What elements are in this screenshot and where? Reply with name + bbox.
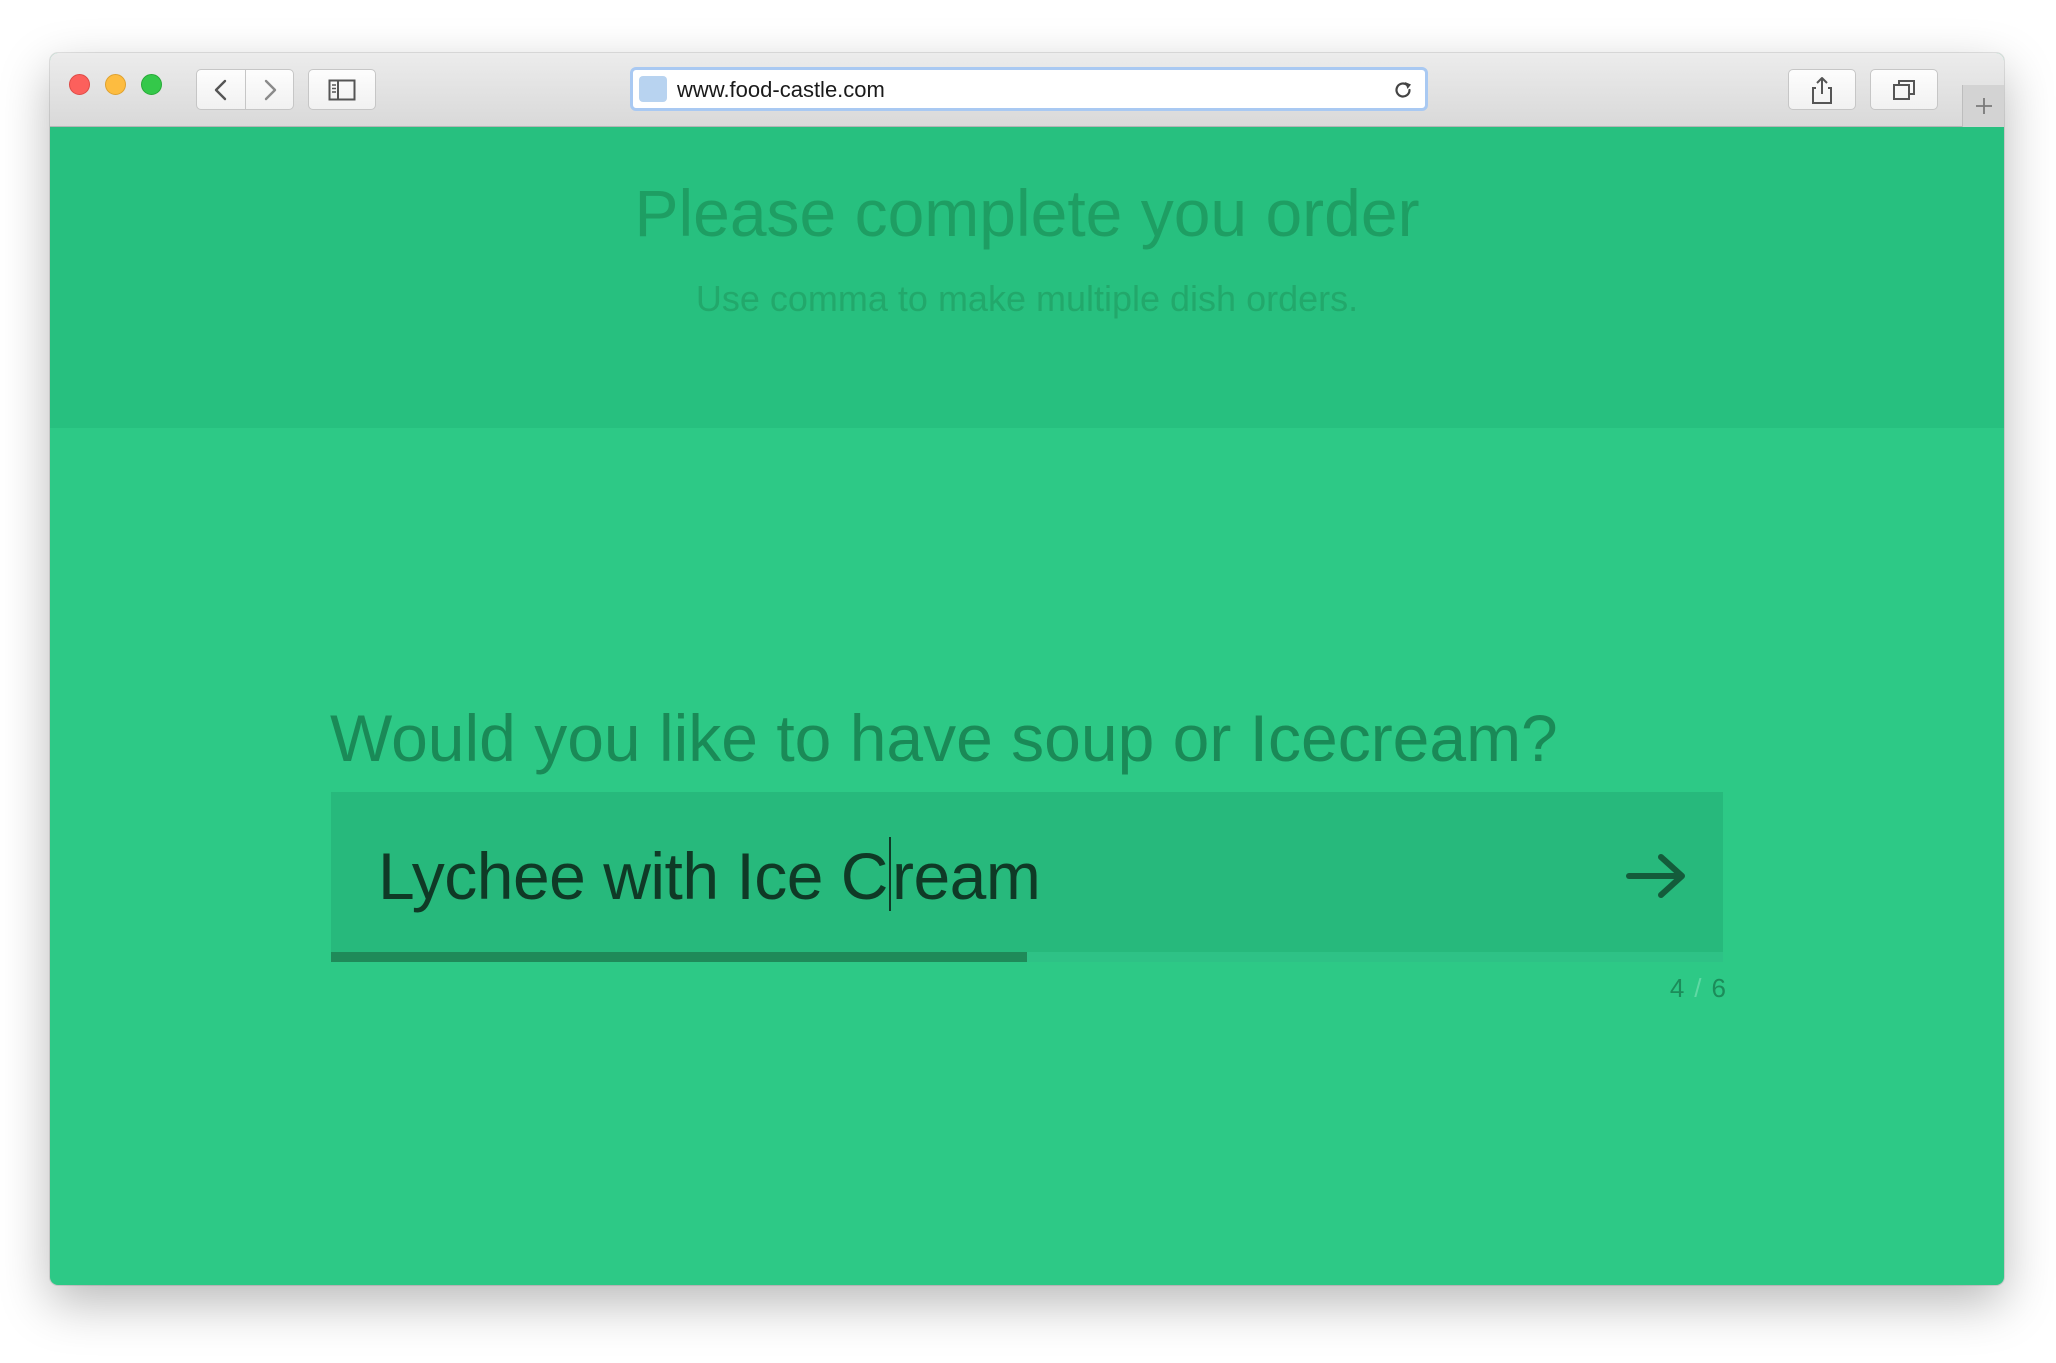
answer-value: Lychee with Ice Cream [378, 836, 1041, 916]
question-label: Would you like to have soup or Icecream? [330, 701, 1558, 775]
progress-bar [331, 952, 1723, 962]
site-favicon-icon [639, 76, 667, 102]
forward-button[interactable] [245, 69, 294, 110]
browser-window: www.food-castle.com Please complete you … [50, 53, 2004, 1285]
page-title: Please complete you order [634, 176, 1420, 250]
share-icon [1812, 76, 1832, 104]
back-button[interactable] [196, 69, 246, 110]
step-current: 4 [1669, 973, 1685, 1003]
reload-button[interactable] [1391, 78, 1415, 106]
zoom-window-button[interactable] [141, 74, 162, 95]
close-window-button[interactable] [69, 74, 90, 95]
url-text: www.food-castle.com [677, 77, 885, 102]
answer-text-after-caret: ream [891, 839, 1041, 913]
page-subtitle: Use comma to make multiple dish orders. [695, 278, 1359, 319]
address-bar[interactable]: www.food-castle.com [630, 67, 1428, 111]
back-icon [214, 79, 227, 100]
progress-fill [331, 952, 1027, 962]
step-separator: / [1694, 973, 1702, 1003]
reload-icon [1395, 82, 1411, 98]
new-tab-icon [1975, 98, 1992, 114]
answer-input[interactable]: Lychee with Ice Cream [331, 792, 1723, 952]
new-tab-button[interactable] [1962, 85, 2004, 127]
step-counter: 4 / 6 [1670, 973, 1726, 1003]
next-button[interactable] [1625, 852, 1689, 904]
arrow-right-icon [1626, 854, 1685, 898]
tabs-icon [1893, 79, 1915, 100]
share-button[interactable] [1788, 69, 1856, 110]
tabs-overview-button[interactable] [1870, 69, 1938, 110]
minimize-window-button[interactable] [105, 74, 126, 95]
sidebar-icon [328, 79, 356, 100]
answer-text-before-caret: Lychee with Ice C [378, 839, 888, 913]
text-caret [888, 837, 891, 911]
browser-toolbar: www.food-castle.com [50, 53, 2004, 127]
step-total: 6 [1711, 973, 1726, 1003]
sidebar-button[interactable] [308, 69, 376, 110]
forward-icon [264, 79, 276, 100]
